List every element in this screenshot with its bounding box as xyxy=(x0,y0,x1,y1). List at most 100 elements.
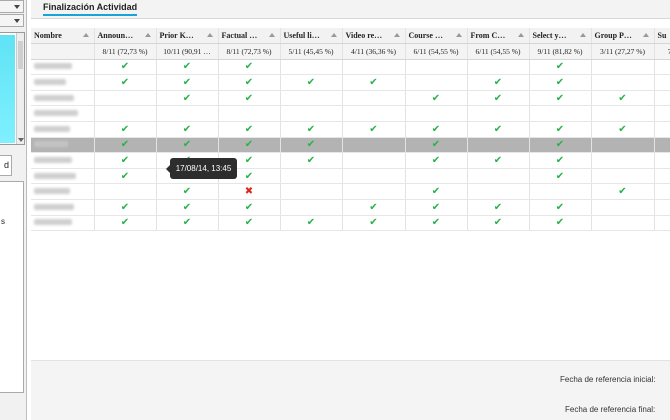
completion-cell[interactable] xyxy=(467,59,530,76)
completion-cell[interactable]: ✔ xyxy=(218,121,281,138)
completion-cell[interactable]: ✔ xyxy=(94,74,157,91)
completion-cell[interactable] xyxy=(654,59,670,76)
completion-cell[interactable] xyxy=(94,105,157,123)
completion-cell[interactable]: ✔ xyxy=(591,183,655,201)
completion-cell[interactable]: ✔ xyxy=(94,59,157,76)
student-name-blurred[interactable] xyxy=(31,215,95,232)
student-name-blurred[interactable] xyxy=(31,137,95,154)
completion-cell[interactable]: ✔ xyxy=(405,137,468,154)
completion-cell[interactable]: ✔ xyxy=(156,121,219,138)
column-header[interactable]: Su xyxy=(654,28,670,45)
table-row[interactable]: ✔ ✔ ✔ ✔ ✔ ✔ xyxy=(31,90,670,107)
completion-cell[interactable]: ✔ xyxy=(280,74,343,91)
completion-cell[interactable] xyxy=(94,90,157,107)
completion-cell[interactable] xyxy=(467,183,530,201)
completion-cell[interactable]: ✔ xyxy=(280,121,343,138)
student-name-blurred[interactable] xyxy=(31,199,95,216)
column-header[interactable]: Nombre xyxy=(31,28,95,45)
completion-cell[interactable]: ✔ xyxy=(156,74,219,91)
completion-cell[interactable] xyxy=(280,199,343,216)
completion-cell[interactable] xyxy=(591,137,655,154)
completion-cell[interactable]: ✔ xyxy=(218,59,281,76)
completion-cell[interactable]: ✔ xyxy=(218,199,281,216)
column-header[interactable]: From C… xyxy=(467,28,530,45)
completion-cell[interactable]: ✔ xyxy=(94,137,157,154)
table-row[interactable]: ✔ ✔ ✔ ✔ ✔ ✔ xyxy=(31,137,670,154)
completion-cell[interactable]: ✔ xyxy=(529,137,592,154)
scroll-down-icon[interactable] xyxy=(18,138,24,142)
completion-cell[interactable] xyxy=(654,168,670,185)
scrollbar-thumb[interactable] xyxy=(18,41,23,69)
sort-icon[interactable] xyxy=(579,33,586,37)
column-header[interactable]: Group P… xyxy=(591,28,655,45)
completion-cell[interactable] xyxy=(654,121,670,138)
student-name-blurred[interactable] xyxy=(31,152,95,169)
completion-cell[interactable]: ✔ xyxy=(218,215,281,232)
completion-cell[interactable]: ✔ xyxy=(405,121,468,138)
student-name-blurred[interactable] xyxy=(31,121,95,138)
completion-cell[interactable] xyxy=(591,74,655,91)
completion-cell[interactable]: ✔ xyxy=(94,168,157,185)
completion-cell[interactable] xyxy=(467,105,530,123)
completion-cell[interactable]: ✔ xyxy=(529,168,592,185)
completion-cell[interactable] xyxy=(405,105,468,123)
completion-cell[interactable]: ✔ xyxy=(529,90,592,107)
sort-icon[interactable] xyxy=(642,33,649,37)
completion-cell[interactable] xyxy=(591,152,655,169)
completion-cell[interactable] xyxy=(654,137,670,154)
completion-cell[interactable] xyxy=(280,90,343,107)
completion-cell[interactable]: ✔ xyxy=(342,199,406,216)
completion-cell[interactable]: ✔ xyxy=(467,152,530,169)
tab-finalizacion-actividad[interactable]: Finalización Actividad xyxy=(43,2,138,16)
sort-icon[interactable] xyxy=(330,33,337,37)
table-row[interactable]: ✔✔✔✔✔✔✔ xyxy=(31,152,670,169)
sidebar-scrollbar[interactable] xyxy=(16,33,24,144)
completion-cell[interactable]: ✔ xyxy=(405,215,468,232)
table-row[interactable]: ✔✔✔✔✔✔✔ xyxy=(31,199,670,216)
completion-cell[interactable] xyxy=(591,215,655,232)
student-name-blurred[interactable] xyxy=(31,105,95,123)
completion-cell[interactable] xyxy=(467,137,530,154)
completion-cell[interactable]: ✔ xyxy=(156,59,219,76)
completion-cell[interactable]: ✔ xyxy=(280,215,343,232)
completion-cell[interactable] xyxy=(654,90,670,107)
completion-cell[interactable] xyxy=(342,168,406,185)
completion-cell[interactable]: ✖ xyxy=(218,183,281,201)
completion-cell[interactable]: ✔ xyxy=(218,74,281,91)
completion-cell[interactable] xyxy=(405,168,468,185)
sort-icon[interactable] xyxy=(82,33,89,37)
table-row[interactable]: ✔ ✔ ✔ ✔ ✔ ✔ ✔ ✔ xyxy=(31,215,670,232)
completion-cell[interactable] xyxy=(342,59,406,76)
completion-cell[interactable]: ✔ xyxy=(156,199,219,216)
sort-icon[interactable] xyxy=(517,33,524,37)
completion-cell[interactable] xyxy=(654,74,670,91)
sort-icon[interactable] xyxy=(268,33,275,37)
completion-cell[interactable] xyxy=(591,59,655,76)
completion-cell[interactable]: ✔ xyxy=(529,74,592,91)
student-name-blurred[interactable] xyxy=(31,74,95,91)
column-header[interactable]: Announ… xyxy=(94,28,157,45)
completion-cell[interactable] xyxy=(654,199,670,216)
completion-cell[interactable]: ✔ xyxy=(218,137,281,154)
completion-cell[interactable]: ✔ xyxy=(467,215,530,232)
completion-cell[interactable] xyxy=(591,168,655,185)
completion-cell[interactable]: ✔ xyxy=(529,152,592,169)
completion-cell[interactable] xyxy=(342,137,406,154)
sort-icon[interactable] xyxy=(393,33,400,37)
completion-cell[interactable]: ✔ xyxy=(156,183,219,201)
completion-cell[interactable] xyxy=(280,183,343,201)
completion-cell[interactable]: ✔ xyxy=(218,90,281,107)
completion-cell[interactable] xyxy=(280,168,343,185)
completion-cell[interactable]: ✔ xyxy=(156,215,219,232)
completion-cell[interactable]: ✔ xyxy=(94,121,157,138)
completion-cell[interactable]: ✔ xyxy=(280,137,343,154)
completion-cell[interactable]: ✔ xyxy=(467,121,530,138)
sort-icon[interactable] xyxy=(144,33,151,37)
column-header[interactable]: Factual … xyxy=(218,28,281,45)
completion-cell[interactable] xyxy=(654,152,670,169)
completion-cell[interactable]: ✔ xyxy=(467,90,530,107)
table-row[interactable] xyxy=(31,105,670,123)
completion-cell[interactable] xyxy=(342,183,406,201)
completion-cell[interactable] xyxy=(280,105,343,123)
completion-cell[interactable] xyxy=(529,105,592,123)
